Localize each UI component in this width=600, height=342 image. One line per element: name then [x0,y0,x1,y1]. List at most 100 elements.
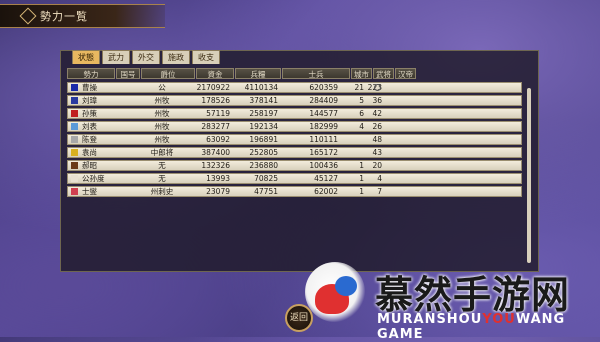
faction-gold: 13993 [206,174,230,183]
faction-color-swatch [71,84,78,91]
faction-generals: 4 [377,174,382,183]
logo-blue-shape [335,276,357,296]
faction-color-swatch [71,110,78,117]
tab-bar: 状態 武力 外交 施政 收支 [72,50,220,64]
tab-finance[interactable]: 收支 [192,50,220,64]
faction-gold: 23079 [206,187,230,196]
faction-food: 378141 [249,96,278,105]
table-row[interactable]: 郝昭 无 132326 236880 100436 1 20 [67,160,522,171]
tab-administration[interactable]: 施政 [162,50,190,64]
faction-name: 公孙度 [82,174,105,183]
faction-rank: 州牧 [154,135,170,144]
faction-generals: 20 [372,161,382,170]
faction-color-swatch [71,123,78,130]
tab-status[interactable]: 状態 [72,50,100,64]
col-header-state-name[interactable]: 国号 [116,68,140,79]
table-row[interactable]: 孙策 州牧 57119 258197 144577 6 42 [67,108,522,119]
faction-generals: 43 [372,148,382,157]
faction-gold: 178526 [201,96,230,105]
faction-gold: 387400 [201,148,230,157]
faction-color-swatch [71,175,78,182]
tab-military[interactable]: 武力 [102,50,130,64]
faction-name: 曹操 [82,83,97,92]
faction-name: 刘表 [82,122,97,131]
table-row[interactable]: 曹操 公 2170922 4110134 620359 21 223 [67,82,522,93]
faction-rank: 无 [158,161,166,170]
faction-food: 70825 [254,174,278,183]
faction-food: 192134 [249,122,278,131]
watermark-sub-highlight: YOU [482,312,516,327]
faction-rank: 无 [158,174,166,183]
faction-color-swatch [71,136,78,143]
emperor-circle-icon [374,84,381,91]
faction-generals: 7 [377,187,382,196]
faction-rank: 州牧 [154,122,170,131]
faction-cities [348,135,364,144]
faction-color-swatch [71,149,78,156]
faction-generals: 26 [372,122,382,131]
faction-rank: 州牧 [154,109,170,118]
table-row[interactable]: 刘表 州牧 283277 192134 182999 4 26 [67,121,522,132]
faction-cities: 21 [354,83,364,92]
faction-cities: 1 [359,161,364,170]
logo-red-shape [315,284,349,314]
table-row[interactable]: 公孙度 无 13993 70825 45127 1 4 [67,173,522,184]
watermark-sub-pre: MURANSHOU [377,312,483,327]
table-header: 勢力 国号 爵位 資金 兵糧 士兵 城市 武将 汉帝 [67,68,416,79]
diamond-icon [19,7,37,25]
faction-soldiers: 182999 [309,122,338,131]
faction-food: 47751 [254,187,278,196]
faction-soldiers: 144577 [309,109,338,118]
faction-gold: 57119 [206,109,230,118]
col-header-cities[interactable]: 城市 [351,68,372,79]
col-header-faction[interactable]: 勢力 [67,68,115,79]
faction-cities: 5 [359,96,364,105]
watermark-subtext: MURANSHOUYOUWANG GAME [377,312,600,342]
faction-name: 袁尚 [82,148,97,157]
watermark-sub-game: GAME [377,327,424,342]
faction-food: 258197 [249,109,278,118]
col-header-gold[interactable]: 資金 [196,68,234,79]
faction-rank: 州刺史 [150,187,174,196]
faction-cities: 1 [359,187,364,196]
watermark-sub-post: WANG [515,312,566,327]
faction-soldiers: 100436 [309,161,338,170]
col-header-soldiers[interactable]: 士兵 [282,68,350,79]
tab-diplomacy[interactable]: 外交 [132,50,160,64]
faction-gold: 132326 [201,161,230,170]
window-title: 勢力一覧 [40,10,88,23]
faction-rank: 州牧 [154,96,170,105]
faction-cities: 6 [359,109,364,118]
faction-color-swatch [71,97,78,104]
faction-gold: 283277 [201,122,230,131]
table-row[interactable]: 陈登 州牧 63092 196891 110111 48 [67,134,522,145]
col-header-generals[interactable]: 武将 [373,68,394,79]
faction-generals: 42 [372,109,382,118]
table-row[interactable]: 袁尚 中郎将 387400 252805 165172 43 [67,147,522,158]
table-row[interactable]: 士燮 州刺史 23079 47751 62002 1 7 [67,186,522,197]
faction-soldiers: 165172 [309,148,338,157]
watermark-text: 慕然手游网 [375,272,571,317]
faction-gold: 63092 [206,135,230,144]
faction-rank: 中郎将 [150,148,174,157]
table-scrollbar[interactable] [527,88,531,263]
faction-gold: 2170922 [196,83,230,92]
faction-food: 252805 [249,148,278,157]
back-button[interactable]: 返回 [285,304,313,332]
faction-soldiers: 284409 [309,96,338,105]
col-header-food[interactable]: 兵糧 [235,68,281,79]
faction-food: 236880 [249,161,278,170]
table-row[interactable]: 刘璋 州牧 178526 378141 284409 5 36 [67,95,522,106]
faction-generals: 48 [372,135,382,144]
faction-food: 4110134 [244,83,278,92]
faction-soldiers: 620359 [309,83,338,92]
col-header-emperor[interactable]: 汉帝 [395,68,416,79]
col-header-rank[interactable]: 爵位 [141,68,195,79]
faction-table: 曹操 公 2170922 4110134 620359 21 223 刘璋 州牧… [67,82,522,199]
faction-generals: 36 [372,96,382,105]
faction-name: 陈登 [82,135,97,144]
faction-cities [348,148,364,157]
faction-name: 孙策 [82,109,97,118]
faction-soldiers: 45127 [314,174,338,183]
window-title-bar: 勢力一覧 [0,4,165,28]
